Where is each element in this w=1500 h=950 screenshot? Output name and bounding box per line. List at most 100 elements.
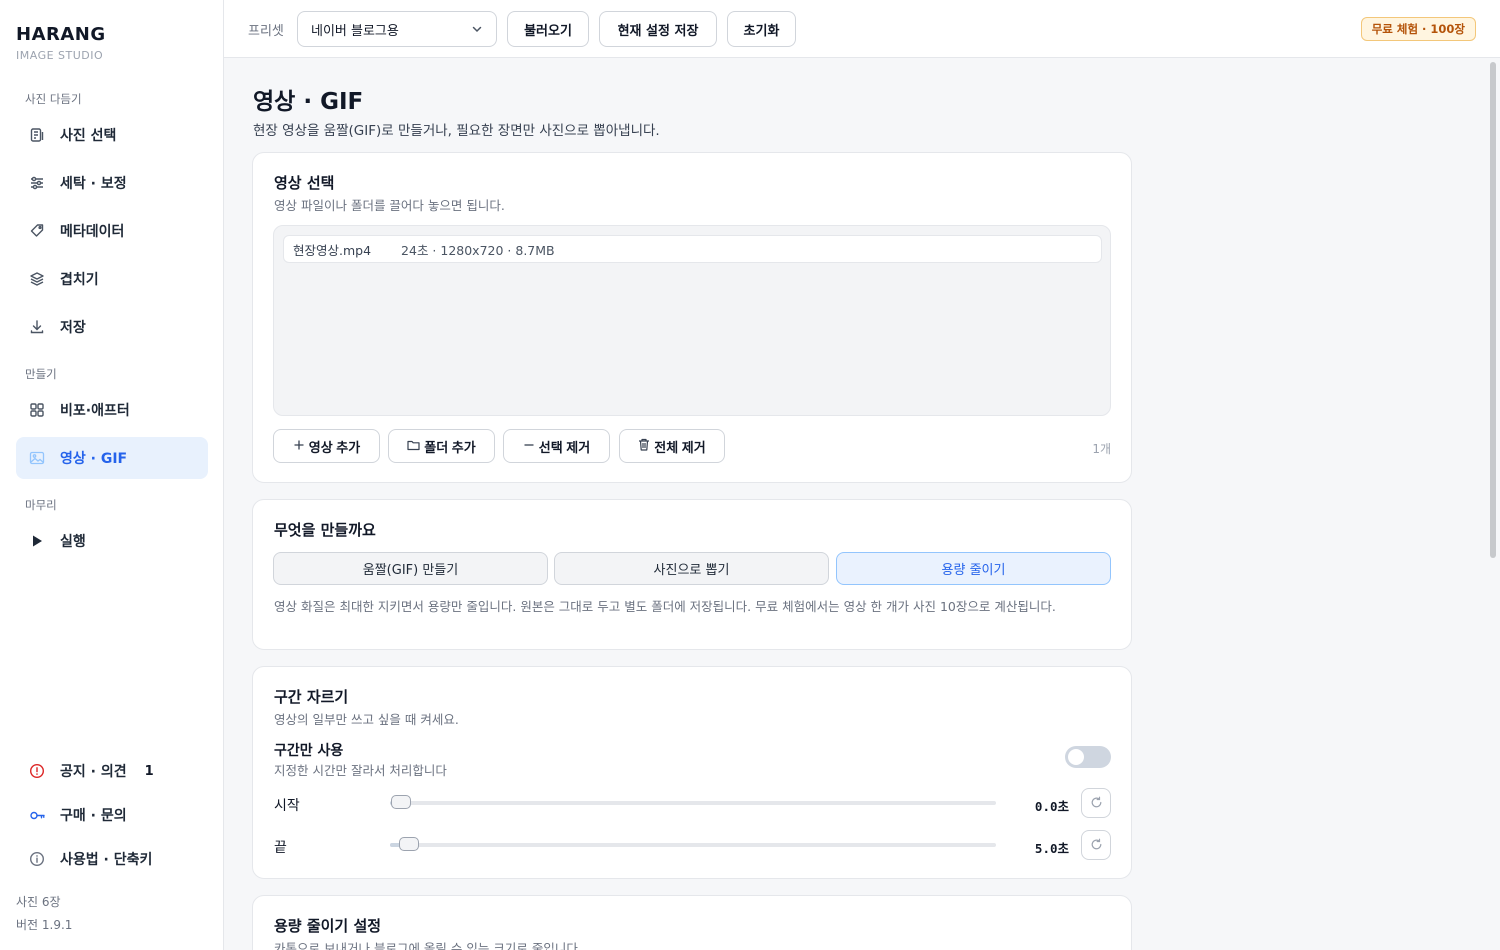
chevron-down-icon — [470, 22, 484, 40]
sidebar-item-label: 공지 · 의견 — [60, 764, 127, 780]
section-label-make: 만들기 — [25, 367, 57, 381]
card-title: 영상 선택 — [274, 174, 335, 192]
load-preset-button[interactable]: 불러오기 — [507, 11, 589, 47]
preset-value: 네이버 블로그용 — [311, 23, 399, 39]
file-list-item[interactable]: 현장영상.mp4 24초 · 1280x720 · 8.7MB — [283, 235, 1102, 263]
button-label: 폴더 추가 — [424, 439, 476, 455]
trim-card: 구간 자르기 영상의 일부만 쓰고 싶을 때 켜세요. 구간만 사용 지정한 시… — [252, 666, 1132, 879]
brand-logo: HARANG IMAGE STUDIO — [16, 24, 106, 62]
card-title: 용량 줄이기 설정 — [274, 917, 382, 935]
card-subtitle: 영상의 일부만 쓰고 싶을 때 켜세요. — [274, 712, 459, 727]
sidebar-item-metadata[interactable]: 메타데이터 — [16, 210, 208, 252]
compress-settings-card: 용량 줄이기 설정 카톡으로 보내거나 블로그에 올릴 수 있는 크기로 줄입니… — [252, 895, 1132, 950]
folder-icon — [407, 439, 420, 454]
sidebar-item-label: 메타데이터 — [60, 224, 125, 240]
add-folder-button[interactable]: 폴더 추가 — [388, 429, 495, 463]
brand-subtitle: IMAGE STUDIO — [16, 49, 104, 62]
button-label: 선택 제거 — [538, 439, 591, 455]
sliders-icon — [28, 174, 46, 192]
plus-icon — [293, 439, 305, 454]
page-title: 영상 · GIF — [253, 89, 364, 115]
mode-option-compress[interactable]: 용량 줄이기 — [836, 552, 1111, 585]
trim-toggle[interactable] — [1065, 746, 1111, 768]
end-label: 끝 — [274, 840, 287, 856]
page-description: 현장 영상을 움짤(GIF)로 만들거나, 필요한 장면만 사진으로 뽑아냅니다… — [253, 123, 660, 139]
mode-option-gif[interactable]: 움짤(GIF) 만들기 — [273, 552, 548, 585]
add-video-button[interactable]: 영상 추가 — [273, 429, 380, 463]
sidebar-item-purchase[interactable]: 구매 · 문의 — [16, 794, 208, 836]
video-select-card: 영상 선택 영상 파일이나 폴더를 끌어다 놓으면 됩니다. 현장영상.mp4 … — [252, 152, 1132, 483]
file-name: 현장영상.mp4 — [293, 242, 372, 258]
button-label: 전체 제거 — [654, 439, 706, 455]
sidebar-item-label: 실행 — [60, 534, 86, 550]
preset-label: 프리셋 — [248, 24, 284, 39]
sidebar-item-photo-select[interactable]: 사진 선택 — [16, 114, 208, 156]
sidebar-item-label: 사진 선택 — [60, 128, 117, 144]
alert-icon — [28, 762, 46, 780]
section-label-finish: 마무리 — [25, 498, 57, 512]
card-title: 무엇을 만들까요 — [274, 521, 376, 539]
card-subtitle: 카톡으로 보내거나 블로그에 올릴 수 있는 크기로 줄입니다 — [274, 941, 578, 950]
file-count: 1개 — [1092, 442, 1111, 456]
scrollbar-thumb[interactable] — [1490, 62, 1496, 558]
remove-selected-button[interactable]: 선택 제거 — [503, 429, 610, 463]
mode-option-extract-photos[interactable]: 사진으로 뽑기 — [554, 552, 829, 585]
sidebar-item-save[interactable]: 저장 — [16, 306, 208, 348]
image-icon — [28, 449, 46, 467]
video-dropzone[interactable]: 현장영상.mp4 24초 · 1280x720 · 8.7MB — [273, 225, 1111, 416]
photo-count: 사진 6장 — [16, 895, 61, 909]
sidebar-item-run[interactable]: 실행 — [16, 520, 208, 562]
start-slider[interactable] — [390, 795, 996, 809]
mode-card: 무엇을 만들까요 움짤(GIF) 만들기 사진으로 뽑기 용량 줄이기 영상 화… — [252, 499, 1132, 650]
sidebar-item-video-gif[interactable]: 영상 · GIF — [16, 437, 208, 479]
play-icon — [28, 532, 46, 550]
tag-icon — [28, 222, 46, 240]
sidebar-item-label: 영상 · GIF — [60, 451, 128, 467]
refresh-icon — [1090, 794, 1103, 813]
refresh-icon — [1090, 836, 1103, 855]
topbar: 프리셋 네이버 블로그용 불러오기 현재 설정 저장 초기화 무료 체험 · 1… — [224, 0, 1500, 58]
preset-select[interactable]: 네이버 블로그용 — [297, 11, 497, 47]
photo-select-icon — [28, 126, 46, 144]
section-label-edit: 사진 다듬기 — [25, 92, 82, 106]
sidebar-item-clean[interactable]: 세탁 · 보정 — [16, 162, 208, 204]
brand-name: HARANG — [16, 24, 106, 45]
slider-thumb[interactable] — [391, 795, 411, 809]
slider-thumb[interactable] — [399, 837, 420, 851]
sidebar-item-help[interactable]: 사용법 · 단축키 — [16, 838, 208, 880]
notice-count-badge: 1 — [144, 763, 154, 779]
info-icon — [28, 850, 46, 868]
trial-badge: 무료 체험 · 100장 — [1360, 17, 1476, 41]
minus-icon — [523, 439, 535, 454]
sidebar-item-before-after[interactable]: 비포·애프터 — [16, 389, 208, 431]
reset-start-button[interactable] — [1081, 788, 1111, 818]
key-icon — [28, 806, 46, 824]
card-subtitle: 영상 파일이나 폴더를 끌어다 놓으면 됩니다. — [274, 198, 505, 213]
sidebar-item-notice[interactable]: 공지 · 의견 1 — [16, 750, 208, 792]
toggle-knob — [1068, 749, 1084, 765]
sidebar: HARANG IMAGE STUDIO 사진 다듬기 사진 선택 세탁 · 보정… — [0, 0, 224, 950]
mode-description: 영상 화질은 최대한 지키면서 용량만 줄입니다. 원본은 그대로 두고 별도 … — [274, 599, 1056, 614]
sidebar-item-overlay[interactable]: 겹치기 — [16, 258, 208, 300]
trim-toggle-description: 지정한 시간만 잘라서 처리합니다 — [274, 763, 447, 778]
trim-toggle-label: 구간만 사용 — [274, 743, 344, 759]
button-label: 영상 추가 — [308, 439, 361, 455]
end-value: 5.0초 — [1034, 841, 1069, 856]
reset-end-button[interactable] — [1081, 830, 1111, 860]
file-meta: 24초 · 1280x720 · 8.7MB — [401, 242, 555, 258]
layers-icon — [28, 270, 46, 288]
save-settings-button[interactable]: 현재 설정 저장 — [599, 11, 717, 47]
sidebar-item-label: 비포·애프터 — [60, 403, 130, 419]
grid-icon — [28, 401, 46, 419]
remove-all-button[interactable]: 전체 제거 — [619, 429, 725, 463]
app-version: 버전 1.9.1 — [16, 918, 73, 932]
main-scrollbar[interactable] — [1488, 60, 1498, 950]
end-slider[interactable] — [390, 837, 996, 851]
sidebar-item-label: 세탁 · 보정 — [60, 176, 127, 192]
start-label: 시작 — [274, 798, 300, 814]
reset-button[interactable]: 초기화 — [727, 11, 796, 47]
download-icon — [28, 318, 46, 336]
start-value: 0.0초 — [1034, 799, 1069, 814]
sidebar-item-label: 겹치기 — [60, 272, 99, 288]
sidebar-item-label: 사용법 · 단축키 — [60, 852, 153, 868]
